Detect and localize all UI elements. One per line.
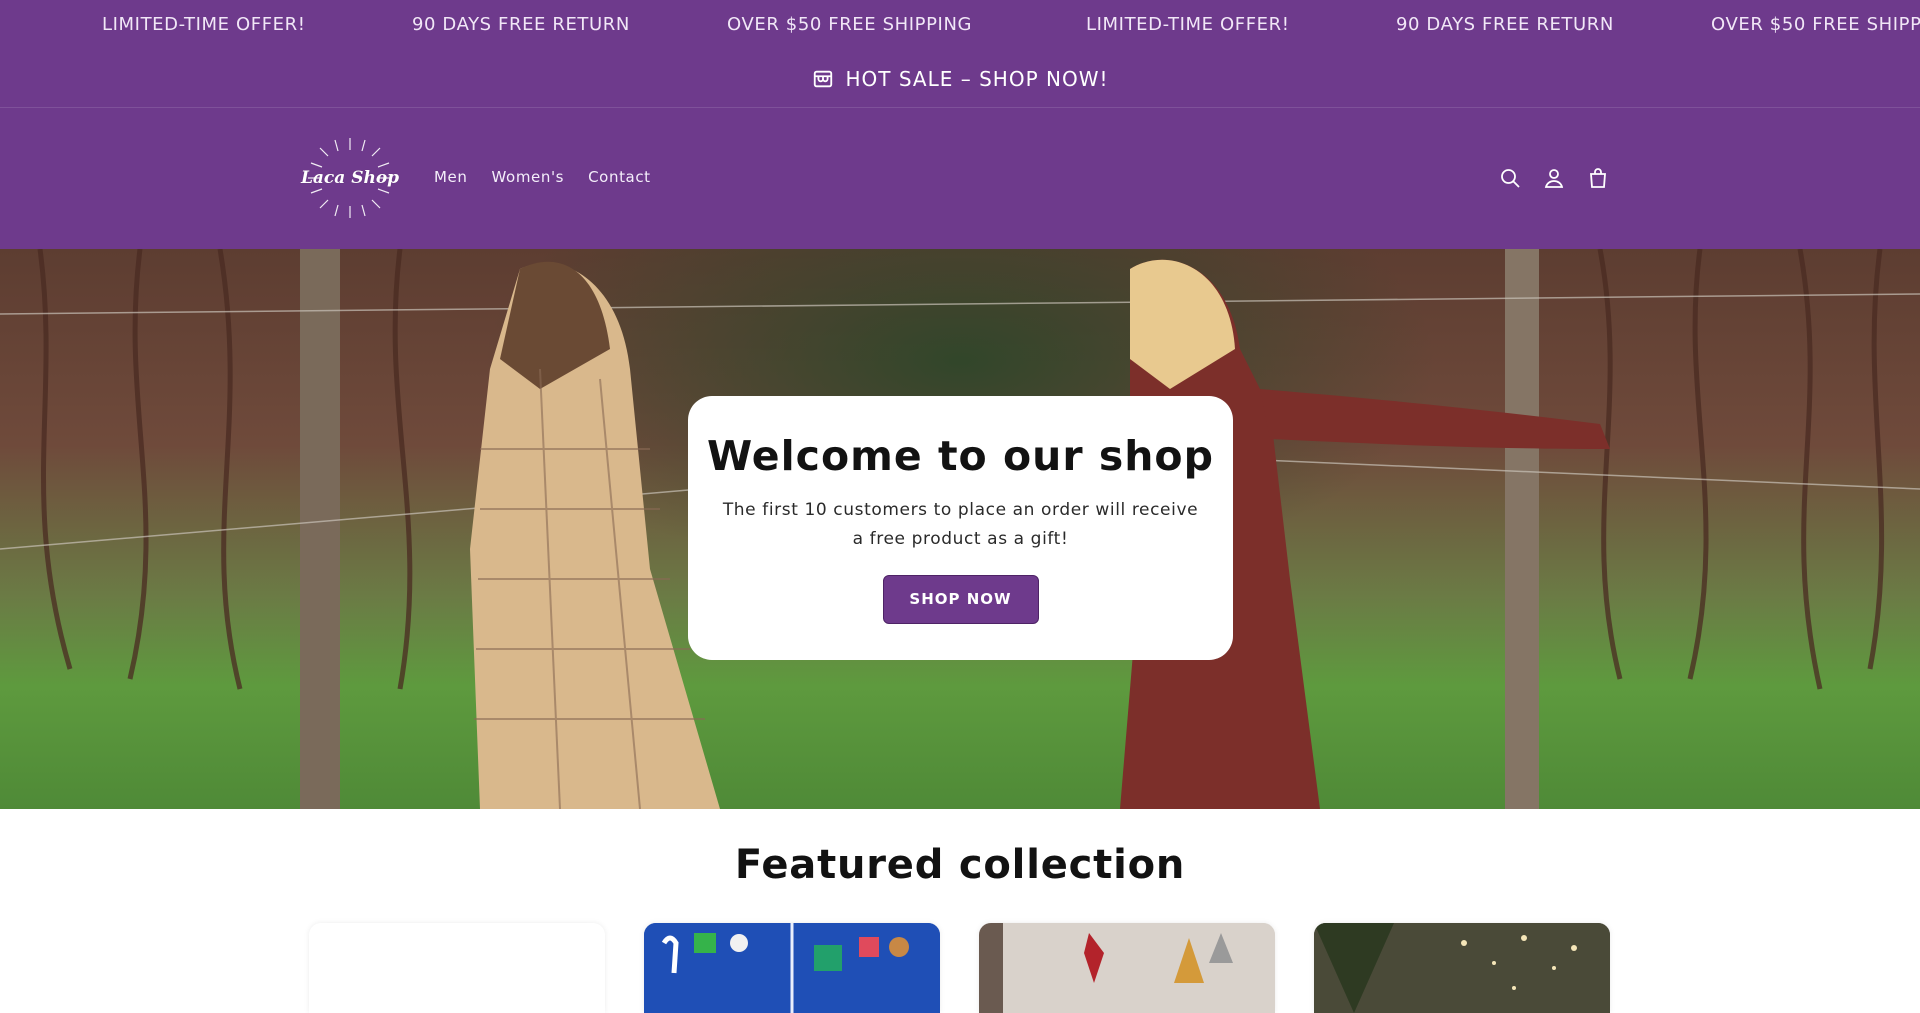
announcement-text: HOT SALE – SHOP NOW! (845, 66, 1109, 91)
marquee-bar: LIMITED-TIME OFFER! 90 DAYS FREE RETURN … (0, 0, 1920, 50)
account-icon[interactable] (1542, 166, 1566, 190)
featured-collection-title: Featured collection (734, 842, 1186, 888)
marquee-item: OVER $50 FREE SHIPPING (727, 14, 973, 35)
logo[interactable]: Laca Shop (300, 130, 400, 226)
product-image (1314, 923, 1610, 1013)
product-card[interactable] (1314, 923, 1610, 1013)
product-image (644, 923, 940, 1013)
shop-now-button[interactable]: SHOP NOW (882, 575, 1039, 624)
marquee-item: LIMITED-TIME OFFER! (1086, 14, 1290, 35)
search-icon[interactable] (1498, 166, 1522, 190)
main-nav: Men Women's Contact (434, 168, 651, 186)
site-header: Laca Shop Men Women's Contact (0, 108, 1920, 249)
product-card[interactable] (979, 923, 1275, 1013)
announcement-bar[interactable]: HOT SALE – SHOP NOW! (0, 50, 1920, 108)
product-card[interactable] (309, 923, 605, 1013)
product-card[interactable] (644, 923, 940, 1013)
marquee-item: 90 DAYS FREE RETURN (1396, 14, 1614, 35)
hero-card: Welcome to our shop The first 10 custome… (688, 396, 1233, 660)
logo-text: Laca Shop (300, 168, 400, 188)
nav-link-womens[interactable]: Women's (491, 168, 564, 186)
nav-link-contact[interactable]: Contact (588, 168, 651, 186)
hero-subtitle: The first 10 customers to place an order… (722, 500, 1199, 549)
marquee-item: OVER $50 FREE SHIPPING (1711, 14, 1920, 35)
nav-link-men[interactable]: Men (434, 168, 467, 186)
marquee-item: 90 DAYS FREE RETURN (412, 14, 630, 35)
store-icon (812, 68, 834, 90)
marquee-item: LIMITED-TIME OFFER! (102, 14, 306, 35)
hero-title: Welcome to our shop (707, 432, 1214, 480)
header-icons (1498, 166, 1610, 190)
product-image (979, 923, 1275, 1013)
hero-banner: Welcome to our shop The first 10 custome… (0, 249, 1920, 809)
cart-icon[interactable] (1586, 166, 1610, 190)
